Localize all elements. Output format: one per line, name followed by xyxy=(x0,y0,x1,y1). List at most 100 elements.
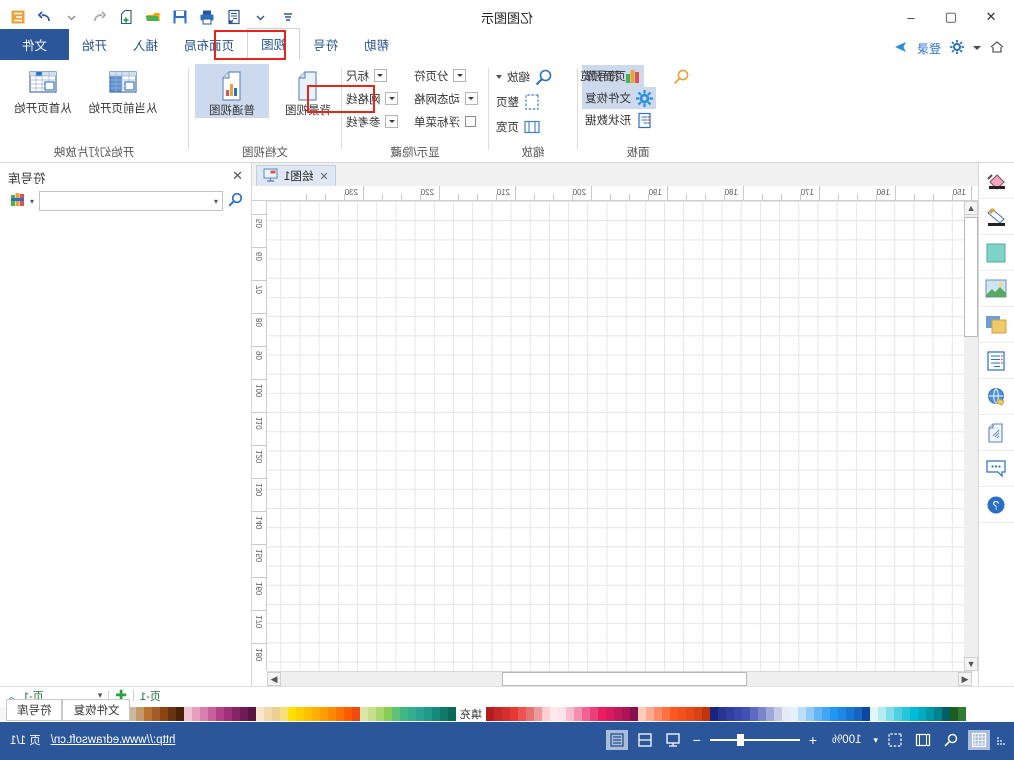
color-swatch[interactable] xyxy=(702,706,710,721)
grid-view-button[interactable] xyxy=(968,730,990,750)
color-swatch[interactable] xyxy=(830,706,838,721)
chevron-down-icon[interactable] xyxy=(496,75,502,79)
search-input[interactable]: ▾ xyxy=(39,191,223,211)
color-swatch[interactable] xyxy=(846,706,854,721)
checkrow-gridlines[interactable]: 网格线 xyxy=(346,88,399,109)
more-icon[interactable] xyxy=(278,7,298,27)
library-icon[interactable] xyxy=(8,192,25,210)
customize-qat-icon[interactable] xyxy=(251,7,271,27)
color-swatch[interactable] xyxy=(718,706,726,721)
color-swatch[interactable] xyxy=(598,706,606,721)
color-swatch[interactable] xyxy=(670,706,678,721)
color-swatch[interactable] xyxy=(264,706,272,721)
tab-file[interactable]: 文件 xyxy=(0,29,70,60)
chevron-down-icon[interactable] xyxy=(385,115,399,128)
color-swatch[interactable] xyxy=(416,706,424,721)
chevron-down-icon[interactable] xyxy=(465,92,478,105)
palette-row-2[interactable] xyxy=(486,706,966,721)
color-swatch[interactable] xyxy=(232,706,240,721)
page-preview-button[interactable] xyxy=(670,65,693,87)
undo-icon[interactable] xyxy=(89,7,109,27)
color-swatch[interactable] xyxy=(248,706,256,721)
color-swatch[interactable] xyxy=(256,706,264,721)
color-swatch[interactable] xyxy=(440,706,448,721)
color-swatch[interactable] xyxy=(790,706,798,721)
whole-page-button[interactable]: 整页 xyxy=(493,91,543,113)
color-swatch[interactable] xyxy=(184,706,192,721)
color-swatch[interactable] xyxy=(766,706,774,721)
color-swatch[interactable] xyxy=(408,706,416,721)
checkrow-dynamic-grid[interactable]: 动态网格 xyxy=(414,88,478,109)
color-swatch[interactable] xyxy=(392,706,400,721)
zoom-in-button[interactable]: + xyxy=(806,732,820,748)
color-swatch[interactable] xyxy=(296,706,304,721)
color-swatch[interactable] xyxy=(336,706,344,721)
color-swatch[interactable] xyxy=(878,706,886,721)
split-layout-button[interactable] xyxy=(634,730,656,750)
color-swatch[interactable] xyxy=(686,706,694,721)
start-from-first-page-button[interactable]: 从首页开始 xyxy=(6,64,80,116)
color-swatch[interactable] xyxy=(192,706,200,721)
scroll-up-arrow[interactable]: ▲ xyxy=(964,201,978,215)
search-icon[interactable] xyxy=(228,192,243,210)
layers-icon[interactable] xyxy=(979,307,1014,343)
color-swatch[interactable] xyxy=(782,706,790,721)
new-icon[interactable] xyxy=(116,7,136,27)
checkrow-guides[interactable]: 参考线 xyxy=(346,111,399,132)
help-icon[interactable]: ? xyxy=(979,487,1014,523)
panel-tab-symbol-library[interactable]: 符号库 xyxy=(6,699,63,721)
normal-view-button[interactable]: 普通视图 xyxy=(195,64,269,119)
export-icon[interactable] xyxy=(224,7,244,27)
horizontal-ruler[interactable]: 150 160 170 180 190 200 210 220 230 xyxy=(252,186,978,201)
color-swatch[interactable] xyxy=(862,706,870,721)
color-swatch[interactable] xyxy=(448,706,456,721)
vertical-ruler[interactable]: 50 60 70 80 90 100 110 120 130 140 150 160 170 180 xyxy=(252,201,267,671)
chevron-down-icon[interactable] xyxy=(453,69,467,82)
image-icon[interactable] xyxy=(979,271,1014,307)
color-swatch[interactable] xyxy=(344,706,352,721)
color-swatch[interactable] xyxy=(694,706,702,721)
color-swatch[interactable] xyxy=(622,706,630,721)
close-icon[interactable]: ✕ xyxy=(232,168,243,184)
color-swatch[interactable] xyxy=(400,706,408,721)
chevron-down-icon[interactable]: ▾ xyxy=(30,197,34,206)
color-swatch[interactable] xyxy=(320,706,328,721)
color-swatch[interactable] xyxy=(662,706,670,721)
checkrow-page-break[interactable]: 分页符 xyxy=(414,65,467,86)
hyperlink-icon[interactable] xyxy=(979,379,1014,415)
color-swatch[interactable] xyxy=(638,706,646,721)
color-swatch[interactable] xyxy=(550,706,558,721)
comment-icon[interactable] xyxy=(979,451,1014,487)
color-swatch[interactable] xyxy=(734,706,742,721)
single-page-layout-button[interactable] xyxy=(662,730,684,750)
file-recovery-button[interactable]: 文件恢复 xyxy=(582,87,656,109)
color-swatch[interactable] xyxy=(216,706,224,721)
color-swatch[interactable] xyxy=(272,706,280,721)
panel-tab-file-recovery[interactable]: 文件恢复 xyxy=(62,699,131,721)
color-swatch[interactable] xyxy=(742,706,750,721)
color-swatch[interactable] xyxy=(312,706,320,721)
color-swatch[interactable] xyxy=(918,706,926,721)
undo-dropdown-icon[interactable] xyxy=(62,7,82,27)
color-swatch[interactable] xyxy=(814,706,822,721)
color-swatch[interactable] xyxy=(288,706,296,721)
horizontal-scroll-thumb[interactable] xyxy=(502,672,747,686)
shape-icon[interactable] xyxy=(979,235,1014,271)
view-dropdown-icon[interactable]: ▾ xyxy=(873,735,878,746)
full-layout-button[interactable] xyxy=(605,730,628,750)
background-view-button[interactable]: 背景视图 xyxy=(271,64,345,118)
scroll-left-arrow[interactable]: ◀ xyxy=(958,672,972,686)
color-swatch[interactable] xyxy=(646,706,654,721)
color-swatch[interactable] xyxy=(486,706,494,721)
color-swatch[interactable] xyxy=(726,706,734,721)
select-area-button[interactable] xyxy=(884,730,906,750)
color-swatch[interactable] xyxy=(518,706,526,721)
color-swatch[interactable] xyxy=(280,706,288,721)
color-swatch[interactable] xyxy=(542,706,550,721)
color-swatch[interactable] xyxy=(854,706,862,721)
resize-grip-icon[interactable] xyxy=(996,735,1006,745)
color-swatch[interactable] xyxy=(494,706,502,721)
close-icon[interactable]: ✕ xyxy=(319,170,328,183)
color-swatch[interactable] xyxy=(574,706,582,721)
tab-insert[interactable]: 插入 xyxy=(120,30,171,60)
